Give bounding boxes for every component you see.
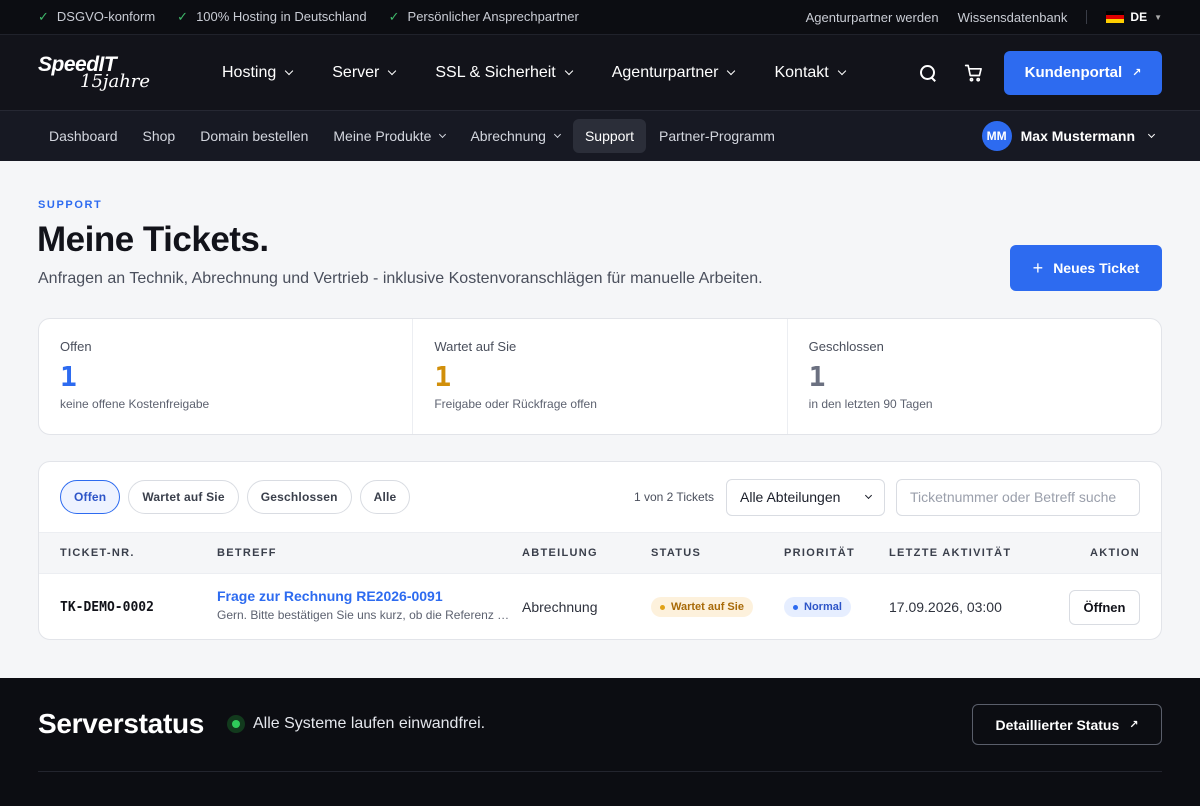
- subnav-partner-program[interactable]: Partner-Programm: [647, 119, 787, 153]
- status-badge: Wartet auf Sie: [651, 597, 753, 617]
- nav-ssl[interactable]: SSL & Sicherheit: [435, 64, 573, 82]
- chevron-down-icon: [864, 491, 873, 499]
- ticket-search-input[interactable]: [896, 478, 1140, 516]
- department-select[interactable]: Alle Abteilungen: [726, 478, 885, 516]
- open-ticket-button[interactable]: Öffnen: [1069, 589, 1140, 625]
- filter-open[interactable]: Offen: [60, 480, 121, 514]
- trust-badge: ✓ 100% Hosting in Deutschland: [177, 9, 367, 24]
- plus-icon: +: [1032, 257, 1044, 278]
- ticket-count: 1 von 2 Tickets: [633, 490, 714, 504]
- nav-contact[interactable]: Kontakt: [774, 64, 846, 82]
- ticket-last-activity: 17.09.2026, 03:00: [889, 599, 1002, 615]
- column-header: TICKET-NR.: [60, 547, 135, 559]
- agency-partner-link[interactable]: Agenturpartner werden: [806, 10, 939, 25]
- divider: [1086, 10, 1088, 24]
- chevron-down-icon: [388, 66, 397, 75]
- divider: [38, 771, 1162, 772]
- subnav-billing[interactable]: Abrechnung: [458, 119, 572, 153]
- chevron-down-icon: [553, 130, 561, 138]
- customer-portal-button[interactable]: Kundenportal ↗: [1004, 50, 1162, 95]
- account-navigation: Dashboard Shop Domain bestellen Meine Pr…: [0, 110, 1200, 161]
- search-icon[interactable]: [918, 63, 938, 83]
- trust-badge: ✓ DSGVO-konform: [38, 9, 156, 24]
- filter-closed[interactable]: Geschlossen: [246, 480, 352, 514]
- section-eyebrow: SUPPORT: [38, 199, 103, 211]
- knowledge-base-link[interactable]: Wissensdatenbank: [958, 10, 1068, 25]
- filter-all[interactable]: Alle: [359, 480, 411, 514]
- priority-badge: Normal: [784, 597, 851, 617]
- user-name: Max Mustermann: [1020, 128, 1135, 144]
- main-navigation: SpeedIT 15jahre Hosting Server SSL & Sic…: [0, 34, 1200, 110]
- page-subtitle: Anfragen an Technik, Abrechnung und Vert…: [38, 270, 763, 287]
- subnav-domain-order[interactable]: Domain bestellen: [188, 119, 320, 153]
- stat-waiting: Wartet auf Sie 1 Freigabe oder Rückfrage…: [413, 319, 788, 434]
- column-header: LETZTE AKTIVITÄT: [889, 547, 1012, 559]
- chevron-down-icon: [285, 66, 294, 75]
- server-status-indicator: Alle Systeme laufen einwandfrei.: [227, 715, 485, 733]
- chevron-down-icon: [564, 66, 573, 75]
- column-header: ABTEILUNG: [522, 547, 598, 559]
- stat-closed: Geschlossen 1 in den letzten 90 Tagen: [788, 319, 1161, 434]
- top-bar: ✓ DSGVO-konform ✓ 100% Hosting in Deutschl…: [0, 0, 1200, 34]
- column-header: BETREFF: [217, 547, 277, 559]
- trust-badge: ✓ Persönlicher Ansprechpartner: [388, 9, 579, 24]
- german-flag-icon: [1106, 11, 1125, 23]
- status-dot-icon: [660, 604, 665, 610]
- new-ticket-button[interactable]: + Neues Ticket: [1010, 245, 1162, 291]
- check-icon: ✓: [388, 9, 400, 24]
- status-ok-icon: [227, 715, 245, 733]
- server-status-footer: Serverstatus Alle Systeme laufen einwand…: [0, 678, 1200, 806]
- column-header: PRIORITÄT: [784, 547, 855, 559]
- stat-value: 1: [808, 360, 826, 393]
- chevron-down-icon: [439, 130, 447, 138]
- ticket-subject-link[interactable]: Frage zur Rechnung RE2026-0091: [217, 588, 510, 604]
- column-header: STATUS: [651, 547, 702, 559]
- check-icon: ✓: [177, 9, 189, 24]
- filter-waiting[interactable]: Wartet auf Sie: [128, 480, 239, 514]
- stat-value: 1: [60, 360, 77, 393]
- check-icon: ✓: [38, 9, 49, 24]
- chevron-down-icon: [837, 66, 846, 75]
- subnav-support[interactable]: Support: [572, 119, 646, 153]
- language-switcher[interactable]: DE ▼: [1106, 10, 1162, 24]
- stat-open: Offen 1 keine offene Kostenfreigabe: [39, 319, 414, 434]
- ticket-id: TK-DEMO-0002: [60, 599, 154, 615]
- caret-down-icon: ▼: [1154, 12, 1162, 22]
- ticket-department: Abrechnung: [522, 599, 598, 615]
- chevron-down-icon: [727, 66, 736, 75]
- priority-dot-icon: [793, 604, 798, 610]
- nav-agency[interactable]: Agenturpartner: [612, 64, 736, 82]
- logo[interactable]: SpeedIT 15jahre: [38, 53, 158, 93]
- arrow-up-right-icon: ↗: [1132, 67, 1142, 79]
- ticket-filters: Offen Wartet auf Sie Geschlossen Alle 1 …: [39, 462, 1161, 532]
- arrow-up-right-icon: ↗: [1129, 719, 1139, 731]
- cart-icon[interactable]: [964, 63, 984, 83]
- chevron-down-icon: [1147, 130, 1156, 138]
- table-row[interactable]: TK-DEMO-0002 Frage zur Rechnung RE2026-0…: [39, 574, 1161, 639]
- user-menu[interactable]: MM Max Mustermann: [981, 121, 1156, 151]
- table-header: TICKET-NR. BETREFF ABTEILUNG STATUS PRIO…: [39, 532, 1161, 574]
- detailed-status-button[interactable]: Detaillierter Status ↗: [972, 704, 1162, 745]
- trust-badges: ✓ DSGVO-konform ✓ 100% Hosting in Deutschl…: [38, 9, 579, 25]
- server-status-title: Serverstatus: [38, 708, 205, 739]
- nav-server[interactable]: Server: [332, 64, 397, 82]
- avatar: MM: [981, 121, 1012, 151]
- ticket-stats: Offen 1 keine offene Kostenfreigabe Wart…: [38, 318, 1162, 435]
- page-title: Meine Tickets.: [37, 220, 269, 259]
- nav-hosting[interactable]: Hosting: [222, 64, 294, 82]
- subnav-my-products[interactable]: Meine Produkte: [321, 119, 457, 153]
- column-header: AKTION: [1090, 547, 1140, 559]
- ticket-excerpt: Gern. Bitte bestätigen Sie uns kurz, ob …: [217, 608, 510, 622]
- stat-value: 1: [434, 360, 452, 393]
- subnav-dashboard[interactable]: Dashboard: [37, 119, 130, 153]
- tickets-panel: Offen Wartet auf Sie Geschlossen Alle 1 …: [38, 461, 1162, 640]
- subnav-shop[interactable]: Shop: [131, 119, 188, 153]
